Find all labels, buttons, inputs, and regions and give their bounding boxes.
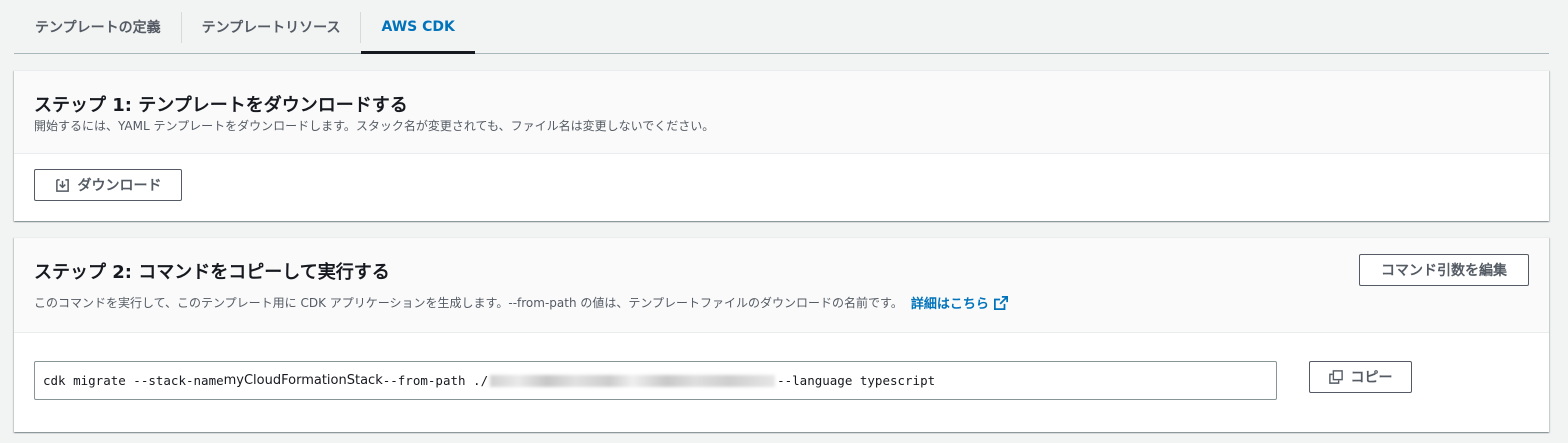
tab-template-resources[interactable]: テンプレートリソース bbox=[182, 0, 361, 53]
download-button[interactable]: ダウンロード bbox=[34, 169, 182, 201]
download-button-label: ダウンロード bbox=[77, 178, 162, 194]
step2-title: ステップ 2: コマンドをコピーして実行する bbox=[34, 262, 390, 283]
copy-button-label: コピー bbox=[1350, 370, 1393, 386]
download-icon bbox=[55, 178, 69, 192]
step2-header: ステップ 2: コマンドをコピーして実行する このコマンドを実行して、このテンプ… bbox=[14, 238, 1549, 333]
step1-description: 開始するには、YAML テンプレートをダウンロードします。スタック名が変更されて… bbox=[34, 119, 715, 133]
command-from-path: --from-path ./ bbox=[382, 373, 489, 388]
tab-aws-cdk[interactable]: AWS CDK bbox=[361, 0, 476, 54]
step2-description: このコマンドを実行して、このテンプレート用に CDK アプリケーションを生成しま… bbox=[34, 293, 1008, 312]
command-field[interactable]: cdk migrate --stack-name myCloudFormatio… bbox=[34, 361, 1277, 400]
command-prefix: cdk migrate --stack-name bbox=[43, 373, 224, 388]
copy-button[interactable]: コピー bbox=[1309, 361, 1412, 393]
command-stack-name: myCloudFormationStack bbox=[223, 373, 383, 388]
learn-more-link[interactable]: 詳細はこちら bbox=[911, 293, 1008, 312]
step1-title: ステップ 1: テンプレートをダウンロードする bbox=[34, 95, 408, 116]
tab-template-definition[interactable]: テンプレートの定義 bbox=[14, 0, 181, 53]
learn-more-label: 詳細はこちら bbox=[910, 297, 989, 312]
redacted-file-name bbox=[490, 374, 776, 387]
step2-panel: ステップ 2: コマンドをコピーして実行する このコマンドを実行して、このテンプ… bbox=[14, 237, 1549, 432]
command-suffix: --language typescript bbox=[777, 373, 936, 388]
tab-bar: テンプレートの定義 テンプレートリソース AWS CDK bbox=[14, 0, 1549, 54]
step2-description-text: このコマンドを実行して、このテンプレート用に CDK アプリケーションを生成しま… bbox=[34, 296, 903, 310]
copy-icon bbox=[1328, 370, 1343, 384]
step1-header: ステップ 1: テンプレートをダウンロードする 開始するには、YAML テンプレ… bbox=[14, 71, 1549, 154]
edit-command-args-button[interactable]: コマンド引数を編集 bbox=[1359, 254, 1529, 286]
external-link-icon bbox=[993, 295, 1008, 310]
step1-panel: ステップ 1: テンプレートをダウンロードする 開始するには、YAML テンプレ… bbox=[14, 70, 1549, 221]
